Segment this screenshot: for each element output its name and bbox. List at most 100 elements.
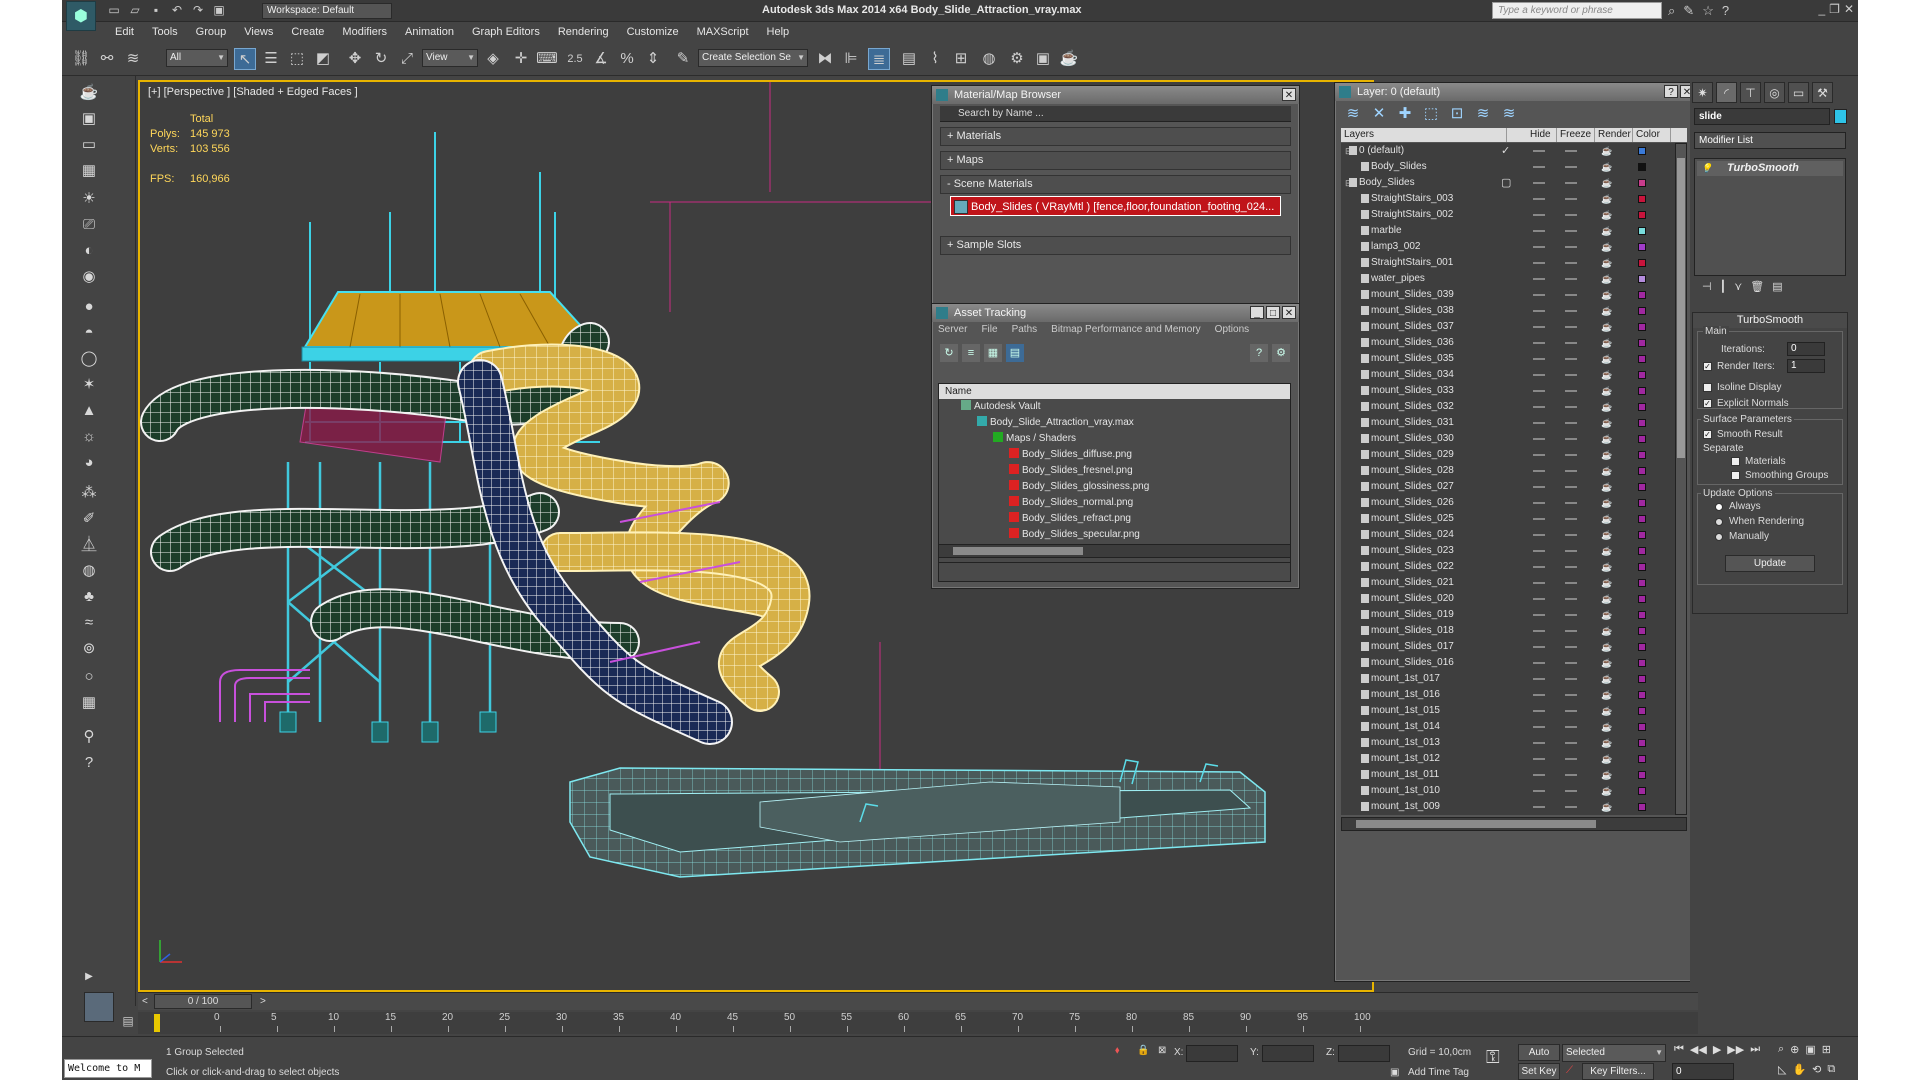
- add-time-tag[interactable]: Add Time Tag: [1408, 1067, 1469, 1078]
- render-toggle-icon[interactable]: ☕: [1601, 467, 1612, 476]
- hide-toggle[interactable]: [1533, 406, 1545, 408]
- materials-rollout[interactable]: + Materials: [940, 127, 1291, 146]
- layer-row[interactable]: Body_Slides ☕: [1341, 159, 1675, 175]
- menu-maxscript[interactable]: MAXScript: [688, 22, 758, 42]
- help-icon[interactable]: ?: [1664, 85, 1678, 98]
- options-icon[interactable]: ⚙: [1272, 344, 1290, 362]
- layer-manager-icon[interactable]: ≣: [868, 48, 890, 70]
- layer-color-swatch[interactable]: [1638, 163, 1646, 171]
- render-toggle-icon[interactable]: ☕: [1601, 803, 1612, 812]
- helper-icon[interactable]: ◐: [76, 238, 102, 264]
- new-file-icon[interactable]: ▭: [106, 3, 122, 18]
- freeze-toggle[interactable]: [1565, 390, 1577, 392]
- utilities-tab-icon[interactable]: ⚒: [1812, 82, 1833, 103]
- menu-paths[interactable]: Paths: [1012, 324, 1038, 338]
- layer-row[interactable]: mount_Slides_023 ☕: [1341, 543, 1675, 559]
- layer-row[interactable]: StraightStairs_002 ☕: [1341, 207, 1675, 223]
- help-circle-icon[interactable]: ?: [76, 750, 102, 776]
- hide-toggle[interactable]: [1533, 454, 1545, 456]
- maps-rollout[interactable]: + Maps: [940, 151, 1291, 170]
- freeze-toggle[interactable]: [1565, 726, 1577, 728]
- hierarchy-tab-icon[interactable]: ⊤: [1740, 82, 1761, 103]
- layer-color-swatch[interactable]: [1638, 259, 1646, 267]
- menu-edit[interactable]: Edit: [106, 22, 143, 42]
- render-toggle-icon[interactable]: ☕: [1601, 579, 1612, 588]
- rendered-frame-icon[interactable]: ▣: [1032, 48, 1054, 70]
- smoothing-groups-checkbox[interactable]: [1731, 471, 1740, 480]
- ribbon-icon[interactable]: ▤: [898, 48, 920, 70]
- freeze-toggle[interactable]: [1565, 598, 1577, 600]
- freeze-toggle[interactable]: [1565, 358, 1577, 360]
- scene-materials-rollout[interactable]: - Scene Materials: [940, 175, 1291, 194]
- layer-color-swatch[interactable]: [1638, 771, 1646, 779]
- percent-snap-icon[interactable]: %: [616, 48, 638, 70]
- time-next-icon[interactable]: >: [260, 996, 266, 1007]
- render-toggle-icon[interactable]: ☕: [1601, 243, 1612, 252]
- menu-options[interactable]: Options: [1215, 324, 1249, 338]
- layer-row[interactable]: mount_Slides_031 ☕: [1341, 415, 1675, 431]
- named-selection-set-dropdown[interactable]: Create Selection Se: [698, 49, 808, 67]
- freeze-toggle[interactable]: [1565, 790, 1577, 792]
- hide-toggle[interactable]: [1533, 438, 1545, 440]
- layer-color-swatch[interactable]: [1638, 755, 1646, 763]
- map-file-item[interactable]: Body_Slides_specular.png: [939, 527, 1290, 543]
- tripod-icon[interactable]: ⏅: [76, 532, 102, 558]
- hide-toggle[interactable]: [1533, 662, 1545, 664]
- table-view-icon[interactable]: ▤: [1006, 344, 1024, 362]
- thumbnail-view-icon[interactable]: ▦: [984, 344, 1002, 362]
- freeze-toggle[interactable]: [1565, 342, 1577, 344]
- current-frame-field[interactable]: 0: [1672, 1063, 1734, 1080]
- help-icon[interactable]: ?: [1722, 3, 1729, 19]
- hide-toggle[interactable]: [1533, 278, 1545, 280]
- hide-toggle[interactable]: [1533, 534, 1545, 536]
- render-toggle-icon[interactable]: ☕: [1601, 403, 1612, 412]
- render-toggle-icon[interactable]: ☕: [1601, 339, 1612, 348]
- render-toggle-icon[interactable]: ☕: [1601, 451, 1612, 460]
- hide-toggle[interactable]: [1533, 646, 1545, 648]
- render-toggle-icon[interactable]: ☕: [1601, 371, 1612, 380]
- lock-icon[interactable]: 🔒: [1137, 1045, 1149, 1056]
- render-toggle-icon[interactable]: ☕: [1601, 211, 1612, 220]
- track-bar[interactable]: 0 5 10 15 20 25 30 35 40 45 50 55 60 65 70 75 80 85 90 95 10…: [138, 1012, 1698, 1034]
- field-of-view-icon[interactable]: ◺: [1778, 1063, 1786, 1076]
- menu-graph-editors[interactable]: Graph Editors: [463, 22, 549, 42]
- hide-toggle[interactable]: [1533, 422, 1545, 424]
- freeze-toggle[interactable]: [1565, 438, 1577, 440]
- close-icon[interactable]: ✕: [1282, 306, 1296, 319]
- spinner-snap-icon[interactable]: ⇕: [642, 48, 664, 70]
- configure-sets-icon[interactable]: ▤: [1772, 280, 1782, 300]
- hide-toggle[interactable]: [1533, 326, 1545, 328]
- dome-icon[interactable]: ◓: [76, 320, 102, 346]
- layer-color-swatch[interactable]: [1638, 403, 1646, 411]
- key-mode-icon[interactable]: ⟋: [1566, 1065, 1573, 1076]
- layer-row[interactable]: mount_Slides_036 ☕: [1341, 335, 1675, 351]
- absolute-mode-icon[interactable]: ⊠: [1158, 1045, 1166, 1056]
- sphere-render-icon[interactable]: ○: [76, 664, 102, 690]
- render-toggle-icon[interactable]: ☕: [1601, 563, 1612, 572]
- freeze-toggle[interactable]: [1565, 278, 1577, 280]
- freeze-toggle[interactable]: [1565, 422, 1577, 424]
- layer-row[interactable]: mount_1st_010 ☕: [1341, 783, 1675, 799]
- isolate-icon[interactable]: ⬧: [1115, 1045, 1120, 1056]
- freeze-toggle[interactable]: [1565, 246, 1577, 248]
- render-toggle-icon[interactable]: ☕: [1601, 227, 1612, 236]
- workspace-dropdown[interactable]: Workspace: Default: [262, 3, 392, 19]
- refresh-icon[interactable]: ↻: [940, 344, 958, 362]
- keyboard-shortcut-icon[interactable]: ⌨: [536, 48, 558, 70]
- layer-color-swatch[interactable]: [1638, 211, 1646, 219]
- menu-group[interactable]: Group: [187, 22, 236, 42]
- hide-toggle[interactable]: [1533, 246, 1545, 248]
- star-icon[interactable]: ☆: [1702, 3, 1714, 19]
- render-toggle-icon[interactable]: ☕: [1601, 739, 1612, 748]
- sample-slots-rollout[interactable]: + Sample Slots: [940, 236, 1291, 255]
- hair-icon[interactable]: ≈: [76, 610, 102, 636]
- grid-icon[interactable]: ▦: [76, 158, 102, 184]
- expand-arrow-icon[interactable]: ▶: [76, 964, 102, 990]
- vault-node[interactable]: Autodesk Vault: [939, 399, 1290, 415]
- isoline-checkbox[interactable]: [1703, 383, 1712, 392]
- render-iters-spinner[interactable]: 1: [1787, 359, 1825, 373]
- layer-row[interactable]: mount_1st_016 ☕: [1341, 687, 1675, 703]
- render-toggle-icon[interactable]: ☕: [1601, 675, 1612, 684]
- freeze-toggle[interactable]: [1565, 294, 1577, 296]
- render-toggle-icon[interactable]: ☕: [1601, 163, 1612, 172]
